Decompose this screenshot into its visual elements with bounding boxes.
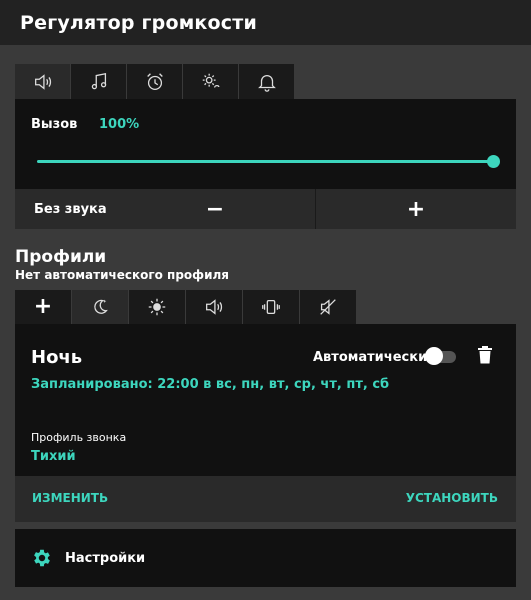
system-gear-icon xyxy=(202,73,219,88)
alarm-clock-icon xyxy=(146,72,163,90)
tab-media[interactable] xyxy=(71,64,127,99)
ring-profile-value: Тихий xyxy=(31,449,76,464)
profile-actions: ИЗМЕНИТЬ УСТАНОВИТЬ xyxy=(15,476,516,522)
volume-stream-tabs xyxy=(15,64,295,99)
volume-controls: Без звука − + xyxy=(15,189,516,229)
volume-slider-thumb[interactable] xyxy=(487,155,500,168)
settings-label: Настройки xyxy=(65,550,146,566)
settings-button[interactable]: Настройки xyxy=(15,529,516,587)
tab-notification[interactable] xyxy=(239,64,295,99)
edit-button[interactable]: ИЗМЕНИТЬ xyxy=(32,491,108,505)
speaker-icon xyxy=(206,299,223,315)
tab-system[interactable] xyxy=(183,64,239,99)
profile-name: Ночь xyxy=(31,347,83,368)
muted-speaker-icon xyxy=(320,299,336,315)
auto-toggle-label: Автоматически xyxy=(313,350,428,365)
stream-label: Вызов xyxy=(31,117,78,132)
add-profile-tab[interactable]: + xyxy=(15,290,72,324)
auto-toggle-knob[interactable] xyxy=(425,347,443,365)
window-title: Регулятор громкости xyxy=(0,0,531,45)
bell-icon xyxy=(257,74,276,92)
profiles-status: Нет автоматического профиля xyxy=(15,268,229,282)
tab-ringer[interactable] xyxy=(15,64,71,99)
volume-slider[interactable] xyxy=(37,160,494,163)
tab-profile-night[interactable] xyxy=(72,290,129,324)
profiles-heading: Профили xyxy=(15,247,107,267)
profile-tabs: + xyxy=(15,290,357,324)
ring-profile-label: Профиль звонка xyxy=(31,431,127,444)
volume-up-button[interactable]: + xyxy=(315,189,516,229)
volume-down-button[interactable]: − xyxy=(115,189,315,229)
volume-percent: 100% xyxy=(99,117,140,132)
tab-alarm[interactable] xyxy=(127,64,183,99)
plus-icon: + xyxy=(33,294,53,319)
sun-icon xyxy=(148,298,166,316)
trash-icon[interactable] xyxy=(478,346,492,364)
mute-button[interactable]: Без звука xyxy=(15,189,115,229)
tab-profile-silent[interactable] xyxy=(300,290,357,324)
vibrate-icon xyxy=(262,299,280,315)
tab-profile-vibrate[interactable] xyxy=(243,290,300,324)
speaker-icon xyxy=(34,73,51,90)
gear-icon xyxy=(34,549,50,567)
schedule-text: Запланировано: 22:00 в вс, пн, вт, ср, ч… xyxy=(31,377,390,392)
moon-icon xyxy=(94,299,108,314)
music-note-icon xyxy=(91,72,106,89)
apply-button[interactable]: УСТАНОВИТЬ xyxy=(406,491,498,505)
tab-profile-loud[interactable] xyxy=(186,290,243,324)
volume-panel: Вызов 100% xyxy=(15,99,516,189)
tab-profile-day[interactable] xyxy=(129,290,186,324)
profile-card: Ночь Автоматически Запланировано: 22:00 … xyxy=(15,324,516,476)
